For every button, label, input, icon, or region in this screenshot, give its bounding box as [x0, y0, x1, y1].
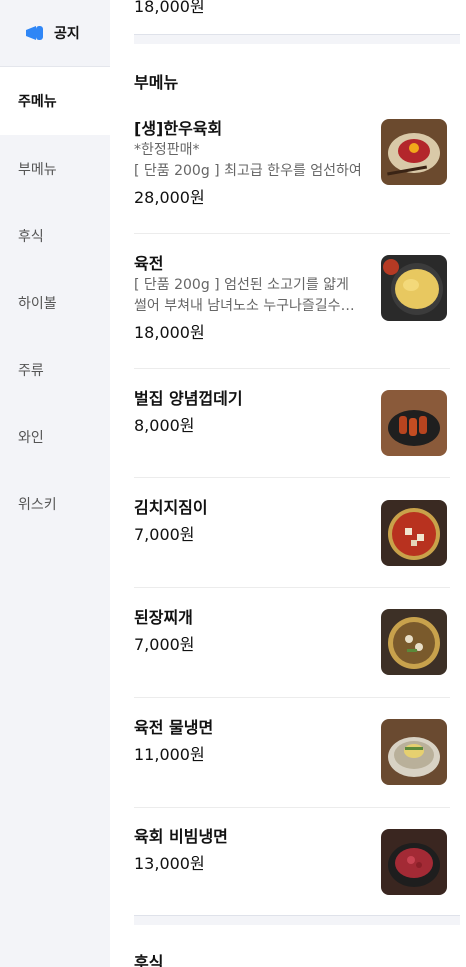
section-divider: [134, 34, 460, 44]
sidebar-item-liquor[interactable]: 주류: [0, 336, 110, 403]
menu-item-price: 28,000원: [134, 188, 205, 207]
notice-icon: [26, 26, 43, 40]
sidebar-item-main-menu[interactable]: 주메뉴: [0, 67, 110, 135]
menu-item-description: [ 단품 200g ] 최고급 한우를 엄선하여: [134, 163, 362, 179]
doenjang-stew-photo[interactable]: [381, 609, 447, 675]
sidebar-item-label: 위스키: [18, 496, 57, 513]
sidebar-item-label: 주메뉴: [18, 94, 57, 110]
category-sidebar: 공지 주메뉴 부메뉴 후식 하이볼 주류 와인 위스키: [0, 0, 110, 967]
item-divider: [134, 233, 450, 234]
sidebar-item-label: 와인: [18, 429, 44, 446]
sidebar-item-label: 후식: [18, 228, 44, 245]
naengmyeon-photo[interactable]: [381, 719, 447, 785]
kimchi-stew-photo[interactable]: [381, 500, 447, 566]
bibim-naengmyeon-photo[interactable]: [381, 829, 447, 895]
item-divider: [134, 477, 450, 478]
notice-label: 공지: [54, 26, 80, 42]
sidebar-item-side-menu[interactable]: 부메뉴: [0, 135, 110, 202]
pork-skin-photo[interactable]: [381, 390, 447, 456]
previous-item-price: 18,000원: [134, 0, 205, 16]
yukhoe-photo[interactable]: [381, 119, 447, 185]
sidebar-item-label: 하이볼: [18, 295, 57, 312]
section-title-side-menu: 부메뉴: [134, 73, 179, 92]
item-divider: [134, 587, 450, 588]
sidebar-item-dessert[interactable]: 후식: [0, 202, 110, 269]
sidebar-item-highball[interactable]: 하이볼: [0, 269, 110, 336]
menu-item-description: *한정판매*: [134, 142, 200, 158]
menu-item-price: 18,000원: [134, 323, 205, 342]
sidebar-item-label: 부메뉴: [18, 161, 57, 178]
notice-button[interactable]: 공지: [0, 0, 110, 67]
sidebar-item-wine[interactable]: 와인: [0, 403, 110, 470]
menu-item-description: 썰어 부쳐내 남녀노소 누구나즐길수있는: [134, 298, 366, 314]
menu-list: 18,000원 부메뉴 [생]한우육회 *한정판매* [ 단품 200g ] 최…: [110, 0, 466, 967]
item-divider: [134, 697, 450, 698]
sidebar-item-label: 주류: [18, 362, 44, 379]
menu-item-description: [ 단품 200g ] 엄선된 소고기를 얇게: [134, 277, 349, 293]
item-divider: [134, 807, 450, 808]
item-divider: [134, 368, 450, 369]
section-divider: [134, 915, 460, 925]
section-title-dessert: 후식: [134, 953, 164, 967]
sidebar-item-whisky[interactable]: 위스키: [0, 470, 110, 537]
yukjeon-photo[interactable]: [381, 255, 447, 321]
